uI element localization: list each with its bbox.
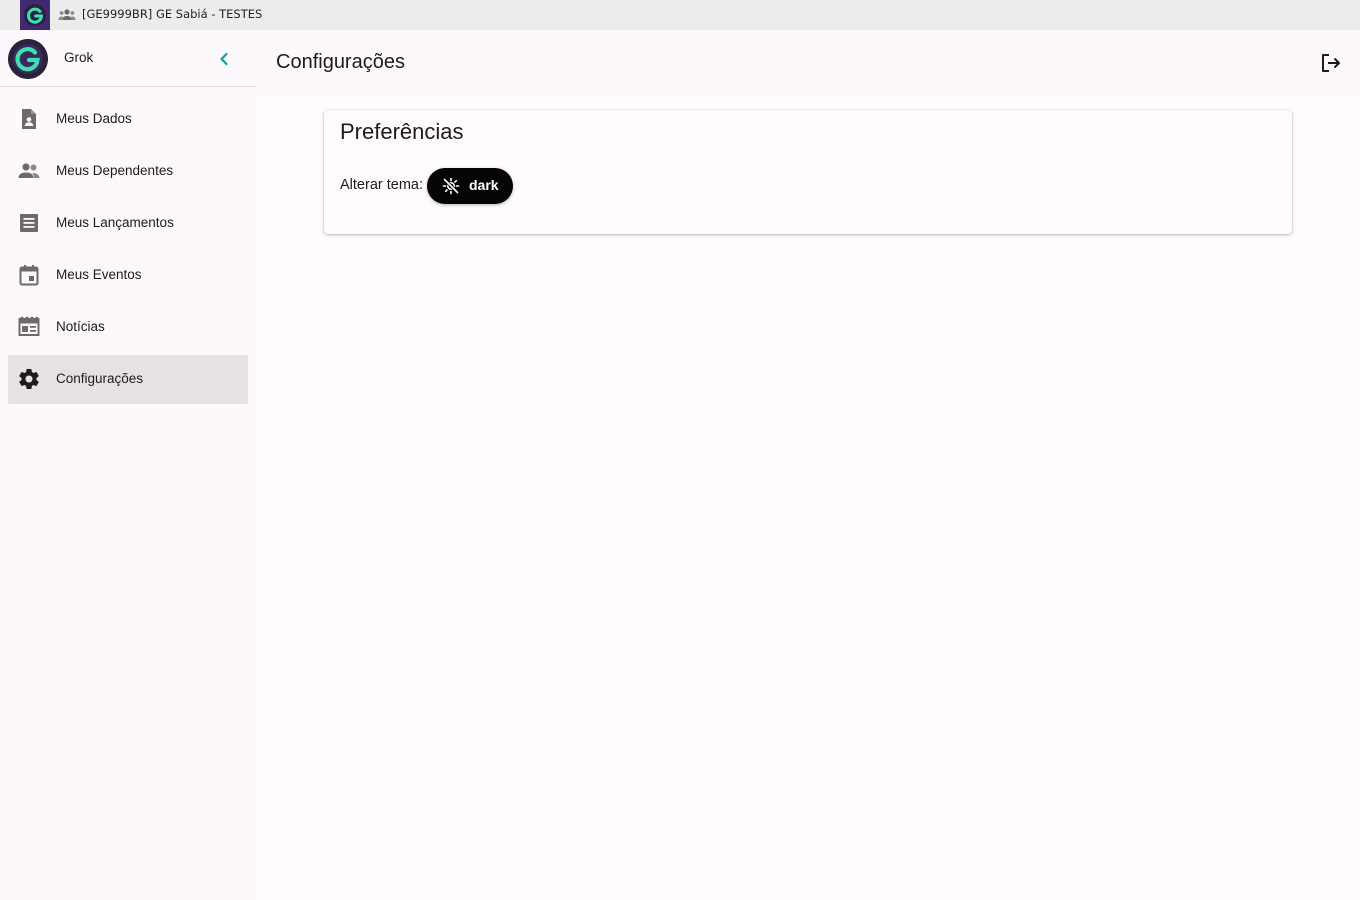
sidebar-item-meus-dependentes[interactable]: Meus Dependentes [8,147,248,196]
calendar-icon [17,263,41,287]
sidebar-item-label: Notícias [56,319,105,334]
sidebar-item-label: Configurações [56,371,144,386]
newspaper-icon [17,315,41,339]
sidebar-nav: Meus Dados Meus Dependentes Meus Lançame… [8,95,248,407]
person-document-icon [17,107,41,131]
main-content: Preferências Alterar tema: dark [256,96,1360,900]
app-logo-icon[interactable] [20,0,50,30]
top-bar: [GE9999BR] GE Sabiá - TESTES [0,0,1360,30]
sidebar-item-noticias[interactable]: Notícias [8,303,248,352]
page-title: Configurações [276,51,405,73]
brightness-off-icon [442,177,460,195]
chevron-left-icon[interactable] [212,47,236,71]
theme-button-label: dark [469,177,499,193]
group-icon [58,7,76,23]
user-name: Grok [64,50,94,65]
sidebar-header: Grok [0,30,256,87]
people-icon [17,159,41,183]
sidebar-item-meus-dados[interactable]: Meus Dados [8,95,248,144]
sidebar-item-meus-eventos[interactable]: Meus Eventos [8,251,248,300]
list-icon [17,211,41,235]
theme-label: Alterar tema: [340,177,423,193]
sidebar-item-label: Meus Eventos [56,267,142,282]
gear-icon [17,367,41,391]
organization-name: [GE9999BR] GE Sabiá - TESTES [82,7,263,21]
sidebar-item-label: Meus Dependentes [56,163,174,178]
sidebar-item-label: Meus Lançamentos [56,215,174,230]
theme-toggle-button[interactable]: dark [427,168,513,204]
preferences-card: Preferências Alterar tema: dark [324,110,1292,234]
sidebar-item-label: Meus Dados [56,111,132,126]
main-header: Configurações [256,30,1360,96]
preferences-title: Preferências [340,119,464,144]
sidebar: Grok Meus Dados Meus Dependentes Meus La… [0,30,256,900]
avatar[interactable] [8,39,48,79]
sidebar-item-configuracoes[interactable]: Configurações [8,355,248,404]
sidebar-item-meus-lancamentos[interactable]: Meus Lançamentos [8,199,248,248]
logout-icon[interactable] [1318,50,1344,76]
